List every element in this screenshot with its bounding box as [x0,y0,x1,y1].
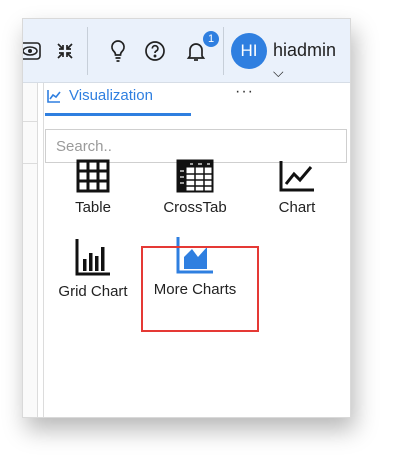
eye-icon[interactable] [23,19,43,82]
active-tab-indicator [45,113,191,116]
notification-badge: 1 [203,31,219,47]
viz-chart[interactable]: Chart [249,159,345,216]
line-chart-icon [47,89,61,103]
chevron-down-icon: ⌵ [273,64,284,80]
viz-grid-chart[interactable]: Grid Chart [45,237,141,300]
user-menu[interactable]: hiadmin ⌵ [273,40,350,82]
bell-icon[interactable] [183,19,209,82]
divider [23,121,37,122]
app-window: 1 HI hiadmin ⌵ Visualization ··· Table [22,18,351,418]
tab-label: Visualization [69,87,153,104]
crosstab-icon [176,159,214,193]
lightbulb-icon[interactable] [105,19,131,82]
bar-chart-icon [75,239,110,276]
highlight-box [141,246,259,332]
left-pane-edge [23,83,38,417]
help-icon[interactable] [141,19,169,82]
toolbar-divider [87,27,88,75]
tab-visualization[interactable]: Visualization [47,87,153,104]
viz-label: Chart [278,199,316,216]
viz-label: Table [75,199,111,216]
toolbar-divider [223,27,224,75]
more-options-button[interactable]: ··· [235,83,254,101]
viz-label: CrossTab [163,199,227,216]
search-input[interactable] [45,129,347,163]
viz-table[interactable]: Table [45,159,141,216]
table-icon [76,159,110,193]
divider [23,163,37,164]
top-toolbar: 1 HI hiadmin ⌵ [23,19,350,83]
username-label: hiadmin [273,40,337,60]
collapse-icon[interactable] [51,19,79,82]
viz-crosstab[interactable]: CrossTab [147,159,243,216]
avatar[interactable]: HI [231,33,267,69]
line-chart-icon [279,161,314,192]
viz-label: Grid Chart [58,283,128,300]
